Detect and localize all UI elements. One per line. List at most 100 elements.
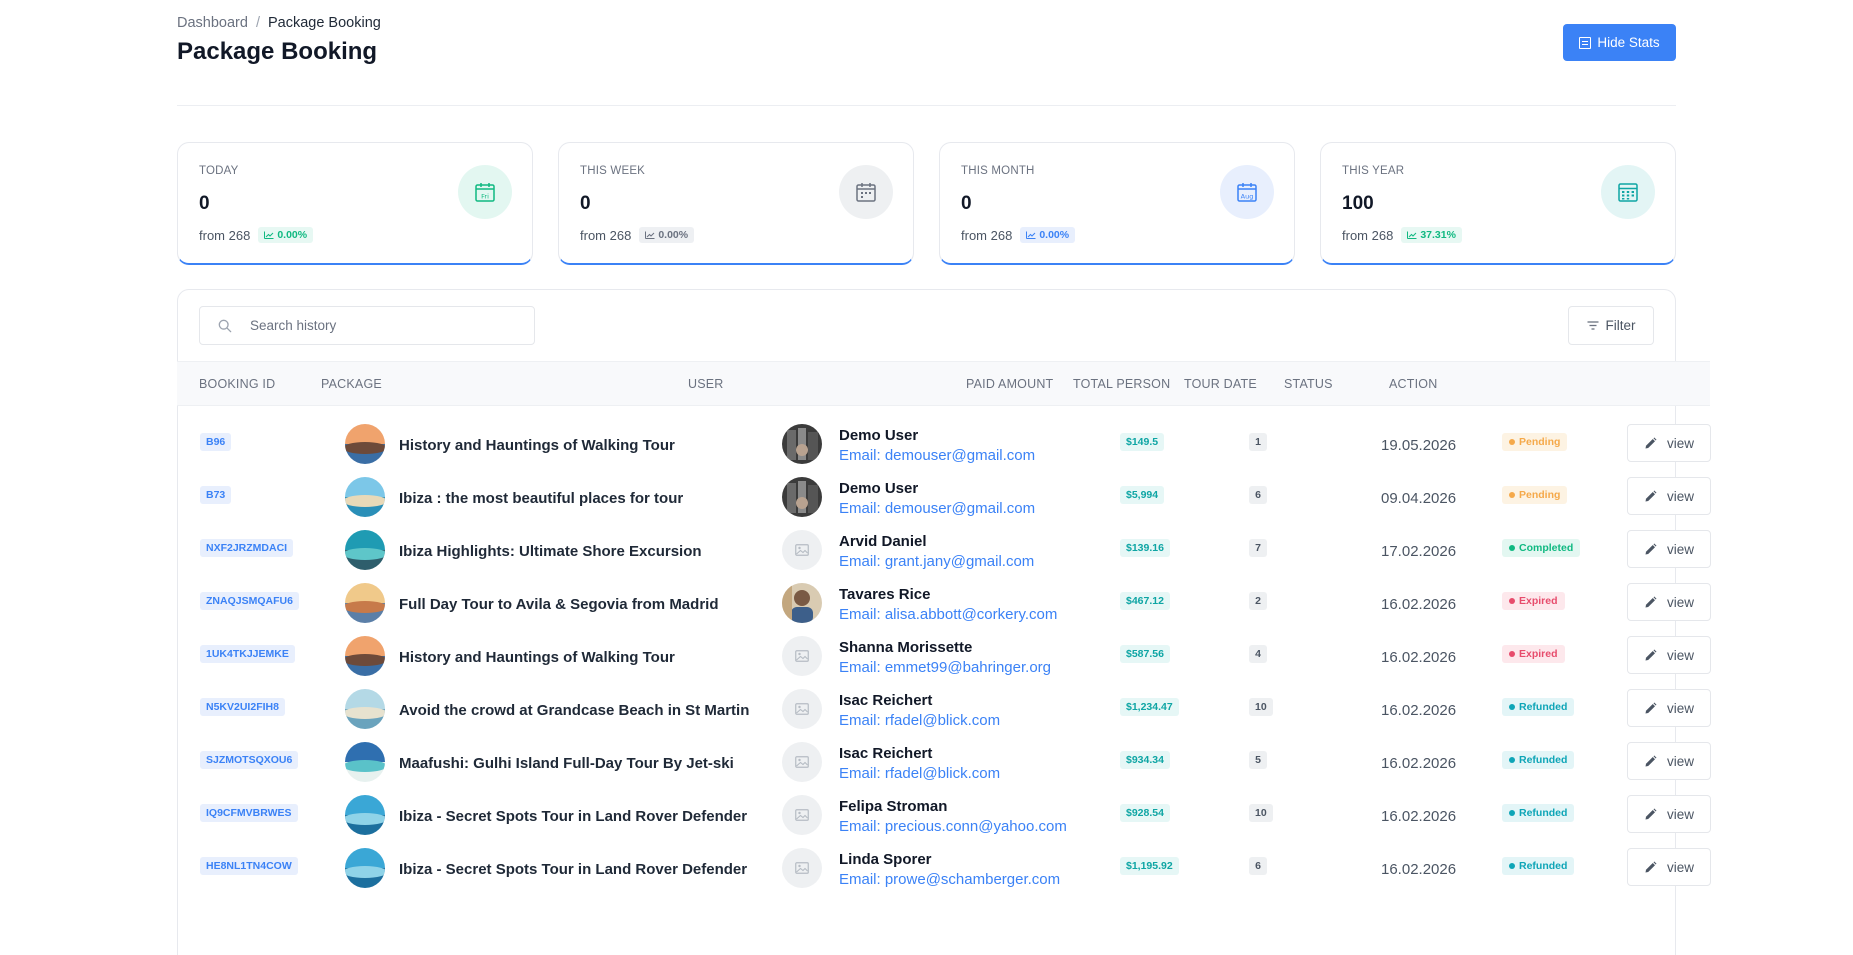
package-name[interactable]: Ibiza - Secret Spots Tour in Land Rover … [399, 861, 747, 878]
search-input[interactable] [250, 318, 534, 333]
avatar-placeholder [782, 742, 822, 782]
package-name[interactable]: Ibiza - Secret Spots Tour in Land Rover … [399, 808, 747, 825]
status-badge: Expired [1502, 645, 1565, 663]
trend-icon [1026, 231, 1036, 239]
view-button[interactable]: view [1627, 583, 1711, 621]
th-status: STATUS [1284, 377, 1333, 391]
user-name: Isac Reichert [839, 692, 933, 709]
hide-stats-button[interactable]: Hide Stats [1563, 24, 1676, 61]
view-button[interactable]: view [1627, 795, 1711, 833]
booking-id-badge[interactable]: 1UK4TKJJEMKE [200, 645, 295, 663]
view-button[interactable]: view [1627, 424, 1711, 462]
user-name: Demo User [839, 480, 919, 497]
avatar [782, 477, 822, 517]
total-person-badge: 10 [1249, 698, 1273, 716]
stat-from-row: from 268 37.31% [1342, 227, 1462, 243]
booking-id-badge[interactable]: SJZMOTSQXOU6 [200, 751, 299, 769]
package-name[interactable]: History and Hauntings of Walking Tour [399, 437, 675, 454]
document-icon [1579, 36, 1592, 49]
status-dot-icon [1509, 545, 1515, 551]
th-total-person: TOTAL PERSON [1073, 377, 1171, 391]
booking-id-badge[interactable]: NXF2JRZMDACI [200, 539, 294, 557]
status-dot-icon [1509, 651, 1515, 657]
total-person-badge: 2 [1249, 592, 1267, 610]
stat-label: THIS WEEK [580, 165, 646, 177]
stat-card: THIS YEAR 100 from 268 37.31% [1320, 142, 1676, 265]
package-name[interactable]: History and Hauntings of Walking Tour [399, 649, 675, 666]
breadcrumb: Dashboard / Package Booking [177, 15, 381, 31]
stat-label: THIS YEAR [1342, 165, 1405, 177]
image-icon [795, 756, 809, 768]
stat-value: 0 [580, 193, 591, 214]
pencil-icon [1645, 649, 1657, 660]
booking-id-badge[interactable]: HE8NL1TN4COW [200, 857, 298, 875]
paid-amount-badge: $1,195.92 [1120, 857, 1179, 875]
breadcrumb-root[interactable]: Dashboard [177, 15, 248, 31]
paid-amount-badge: $928.54 [1120, 804, 1170, 822]
breadcrumb-separator: / [255, 15, 260, 31]
package-thumbnail [345, 583, 385, 623]
total-person-badge: 4 [1249, 645, 1267, 663]
status-label: Expired [1519, 595, 1558, 607]
package-thumbnail [345, 848, 385, 888]
calendar-week-icon [856, 183, 876, 202]
user-name: Shanna Morissette [839, 639, 973, 656]
status-label: Refunded [1519, 860, 1568, 872]
stat-icon-circle [1601, 165, 1655, 219]
view-label: view [1666, 435, 1694, 451]
status-badge: Refunded [1502, 857, 1575, 875]
package-name[interactable]: Full Day Tour to Avila & Segovia from Ma… [399, 596, 718, 613]
view-button[interactable]: view [1627, 477, 1711, 515]
status-badge: Pending [1502, 433, 1568, 451]
package-name[interactable]: Avoid the crowd at Grandcase Beach in St… [399, 702, 749, 719]
view-button[interactable]: view [1627, 689, 1711, 727]
th-user: USER [688, 377, 724, 391]
stat-icon-circle: Fri [458, 165, 512, 219]
view-label: view [1666, 806, 1694, 822]
status-dot-icon [1509, 757, 1515, 763]
th-action: ACTION [1389, 377, 1438, 391]
status-badge: Expired [1502, 592, 1565, 610]
stat-value: 0 [961, 193, 972, 214]
total-person-badge: 10 [1249, 804, 1273, 822]
view-button[interactable]: view [1627, 848, 1711, 886]
paid-amount-badge: $934.34 [1120, 751, 1170, 769]
stat-change-badge: 37.31% [1401, 227, 1462, 243]
total-person-badge: 7 [1249, 539, 1267, 557]
stat-from: from 268 [961, 227, 1013, 243]
status-label: Pending [1519, 436, 1561, 448]
trend-icon [645, 231, 655, 239]
pencil-icon [1645, 702, 1657, 713]
tour-date: 17.02.2026 [1381, 543, 1457, 560]
user-name: Linda Sporer [839, 851, 932, 868]
view-button[interactable]: view [1627, 636, 1711, 674]
status-badge: Refunded [1502, 751, 1575, 769]
avatar [782, 424, 822, 464]
search-box[interactable] [199, 306, 535, 345]
status-dot-icon [1509, 863, 1515, 869]
tour-date: 16.02.2026 [1381, 596, 1457, 613]
package-name[interactable]: Ibiza : the most beautiful places for to… [399, 490, 683, 507]
package-name[interactable]: Maafushi: Gulhi Island Full-Day Tour By … [399, 755, 734, 772]
stat-label: THIS MONTH [961, 165, 1035, 177]
booking-id-badge[interactable]: N5KV2UI2FIH8 [200, 698, 285, 716]
th-booking-id: BOOKING ID [199, 377, 276, 391]
booking-id-badge[interactable]: B73 [200, 486, 232, 504]
paid-amount-badge: $139.16 [1120, 539, 1170, 557]
filter-button[interactable]: Filter [1568, 306, 1654, 345]
stat-change-value: 37.31% [1420, 229, 1456, 241]
avatar-placeholder [782, 689, 822, 729]
booking-id-badge[interactable]: B96 [200, 433, 232, 451]
booking-id-badge[interactable]: IQ9CFMVBRWES [200, 804, 298, 822]
stat-label: TODAY [199, 165, 239, 177]
tour-date: 16.02.2026 [1381, 861, 1457, 878]
package-thumbnail [345, 636, 385, 676]
package-name[interactable]: Ibiza Highlights: Ultimate Shore Excursi… [399, 543, 702, 560]
stat-change-badge: 0.00% [1020, 227, 1076, 243]
booking-id-badge[interactable]: ZNAQJSMQAFU6 [200, 592, 299, 610]
user-email[interactable]: Email: prowe@schamberger.com [839, 871, 1060, 888]
view-button[interactable]: view [1627, 742, 1711, 780]
view-label: view [1666, 647, 1694, 663]
view-button[interactable]: view [1627, 530, 1711, 568]
pencil-icon [1645, 437, 1657, 448]
